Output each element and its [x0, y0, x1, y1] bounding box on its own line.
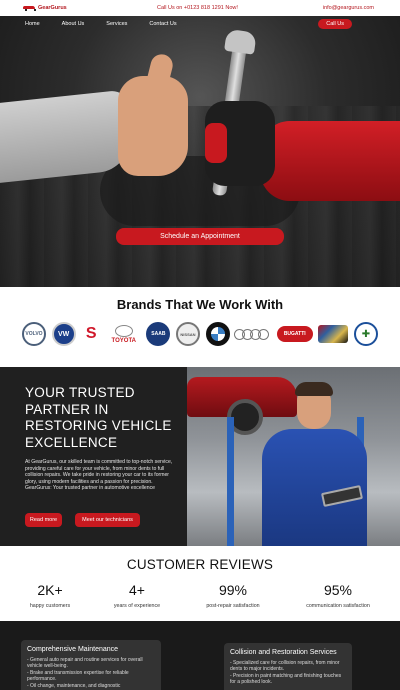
mechanic-hair	[295, 382, 333, 396]
main-nav: Home About Us Services Contact Us Call U…	[0, 16, 400, 32]
stat-number: 4+	[129, 582, 145, 598]
stat-number: 99%	[218, 582, 248, 598]
toyota-text: TOYOTA	[111, 337, 136, 344]
partner-heading: YOUR TRUSTED PARTNER IN RESTORING VEHICL…	[25, 385, 172, 450]
hero-section: Home About Us Services Contact Us Call U…	[0, 16, 400, 287]
logo-text: GearGurus	[38, 5, 67, 11]
top-bar: GearGurus Call Us on +0123 818 1291 Now!…	[0, 0, 400, 16]
bmw-logo	[205, 322, 230, 346]
volvo-logo: VOLVO	[22, 322, 46, 346]
phone-link[interactable]: Call Us on +0123 818 1291 Now!	[157, 5, 238, 11]
nav-contact-us[interactable]: Contact Us	[149, 21, 176, 27]
saab-logo: SAAB	[146, 322, 171, 346]
cadillac-logo	[318, 325, 349, 343]
service-item: - Precision in paint matching and finish…	[230, 672, 342, 686]
suzuki-logo: S	[85, 325, 97, 342]
service-card-maintenance[interactable]: Comprehensive Maintenance - General auto…	[21, 640, 161, 690]
lifted-car	[187, 377, 297, 435]
service-item: - Brake and transmission expertise for r…	[27, 669, 129, 683]
hero-arm-left	[0, 89, 130, 183]
read-more-button[interactable]: Read more	[25, 513, 62, 527]
stat-label: post-repair satisfaction	[206, 603, 260, 609]
reviews-title: CUSTOMER REVIEWS	[126, 557, 274, 572]
stat-number: 95%	[323, 582, 353, 598]
stat-years-experience: 4+ years of experience	[87, 582, 187, 609]
service-card-title: Collision and Restoration Services	[230, 649, 337, 656]
lift-post	[227, 417, 234, 546]
hero-arm-right	[260, 121, 400, 201]
stat-number: 2K+	[37, 582, 63, 598]
service-card-title: Comprehensive Maintenance	[27, 646, 119, 653]
stat-post-repair: 99% post-repair satisfaction	[183, 582, 283, 609]
service-item: - General auto repair and routine servic…	[27, 657, 143, 670]
brands-title: Brands That We Work With	[116, 297, 284, 312]
glove-detail	[205, 123, 227, 163]
nav-services[interactable]: Services	[106, 21, 127, 27]
stat-label: years of experience	[113, 603, 161, 609]
brands-logo-row: VOLVO VW S TOYOTA SAAB NISSAN BUGATTI ✚	[22, 320, 378, 348]
schedule-appointment-button[interactable]: Schedule an Appointment	[116, 228, 284, 245]
service-item: - Specialized care for collision repairs…	[230, 660, 340, 673]
meet-technicians-button[interactable]: Meet our technicians	[75, 513, 140, 527]
service-item: - Oil change, maintenance, and diagnosti…	[27, 682, 121, 689]
stat-label: happy customers	[29, 603, 71, 609]
nissan-logo: NISSAN	[175, 322, 200, 346]
bugatti-logo: BUGATTI	[276, 326, 313, 342]
toyota-logo: TOYOTA	[107, 322, 141, 346]
stat-happy-customers: 2K+ happy customers	[0, 582, 100, 609]
audi-logo	[234, 322, 271, 346]
car-icon	[22, 5, 36, 11]
email-link[interactable]: info@geargurus.com	[323, 5, 374, 11]
call-us-button[interactable]: Call Us	[318, 19, 352, 29]
service-card-collision[interactable]: Collision and Restoration Services - Spe…	[224, 643, 352, 690]
volkswagen-logo: VW	[51, 322, 76, 346]
hero-gloved-hand	[205, 101, 275, 186]
alfa-romeo-logo: ✚	[353, 322, 378, 346]
mechanic-photo	[187, 367, 400, 546]
toyota-emblem	[114, 324, 133, 337]
nav-home[interactable]: Home	[25, 21, 40, 27]
stat-label: communication satisfaction	[306, 603, 370, 609]
stat-communication: 95% communication satisfaction	[288, 582, 388, 609]
partner-description: At GearGurus, our skilled team is commit…	[25, 459, 173, 492]
site-logo[interactable]: GearGurus	[22, 5, 67, 11]
nav-about-us[interactable]: About Us	[62, 21, 85, 27]
